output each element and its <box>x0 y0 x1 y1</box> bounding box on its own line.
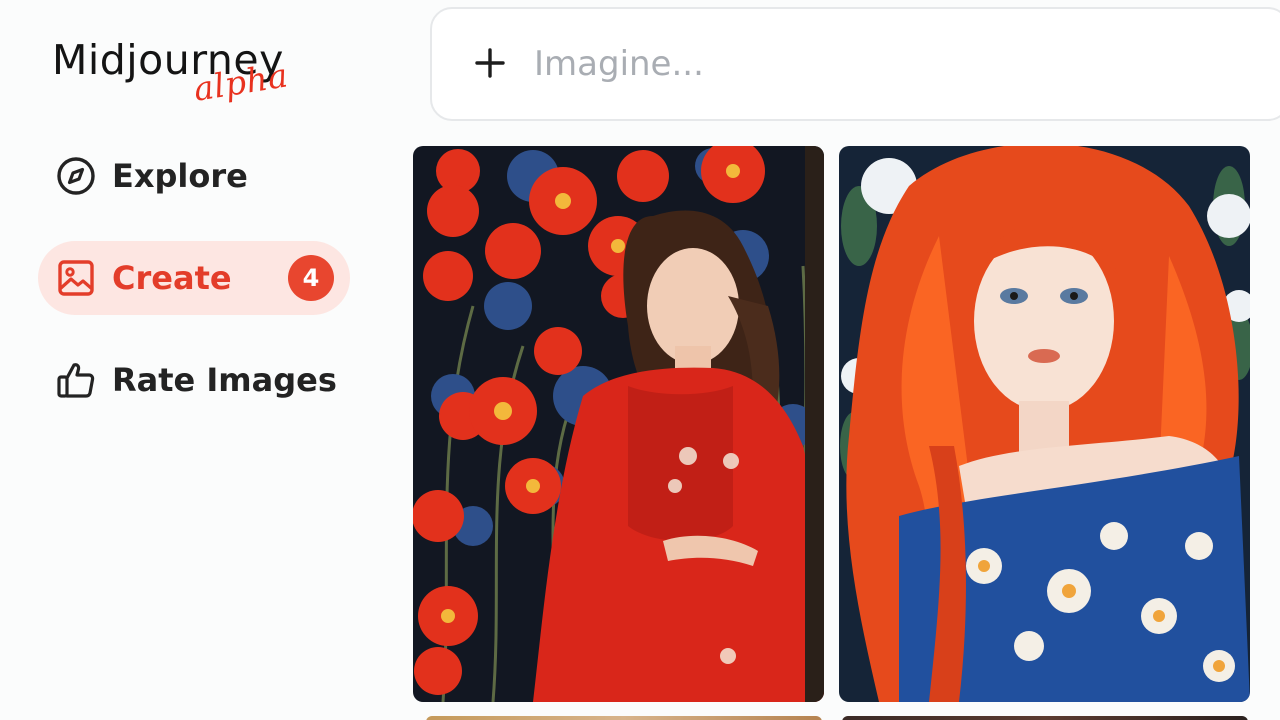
gallery-image[interactable] <box>839 146 1250 702</box>
image-icon <box>56 258 96 298</box>
gallery-image[interactable] <box>413 146 824 702</box>
sidebar-item-label: Create <box>112 259 232 297</box>
thumbs-up-icon <box>56 360 96 400</box>
gallery-image-partial[interactable] <box>842 716 1248 720</box>
app-window: Midjourney alpha Explore Create 4 Rate I… <box>0 0 1280 720</box>
plus-icon[interactable] <box>470 38 510 88</box>
sidebar-item-label: Explore <box>112 157 248 195</box>
sidebar-item-rate-images[interactable]: Rate Images <box>38 343 350 417</box>
sidebar: Midjourney alpha Explore Create 4 Rate I… <box>0 0 395 720</box>
notification-badge: 4 <box>288 255 334 301</box>
gallery-image-partial[interactable] <box>426 716 822 720</box>
image-thumbnail <box>839 146 1250 702</box>
compass-icon <box>56 156 96 196</box>
imagine-bar <box>430 7 1280 121</box>
logo[interactable]: Midjourney alpha <box>52 36 312 116</box>
sidebar-item-explore[interactable]: Explore <box>38 139 350 213</box>
sidebar-item-create[interactable]: Create 4 <box>38 241 350 315</box>
imagine-input[interactable] <box>532 35 1236 93</box>
sidebar-item-label: Rate Images <box>112 361 337 399</box>
image-thumbnail <box>413 146 824 702</box>
